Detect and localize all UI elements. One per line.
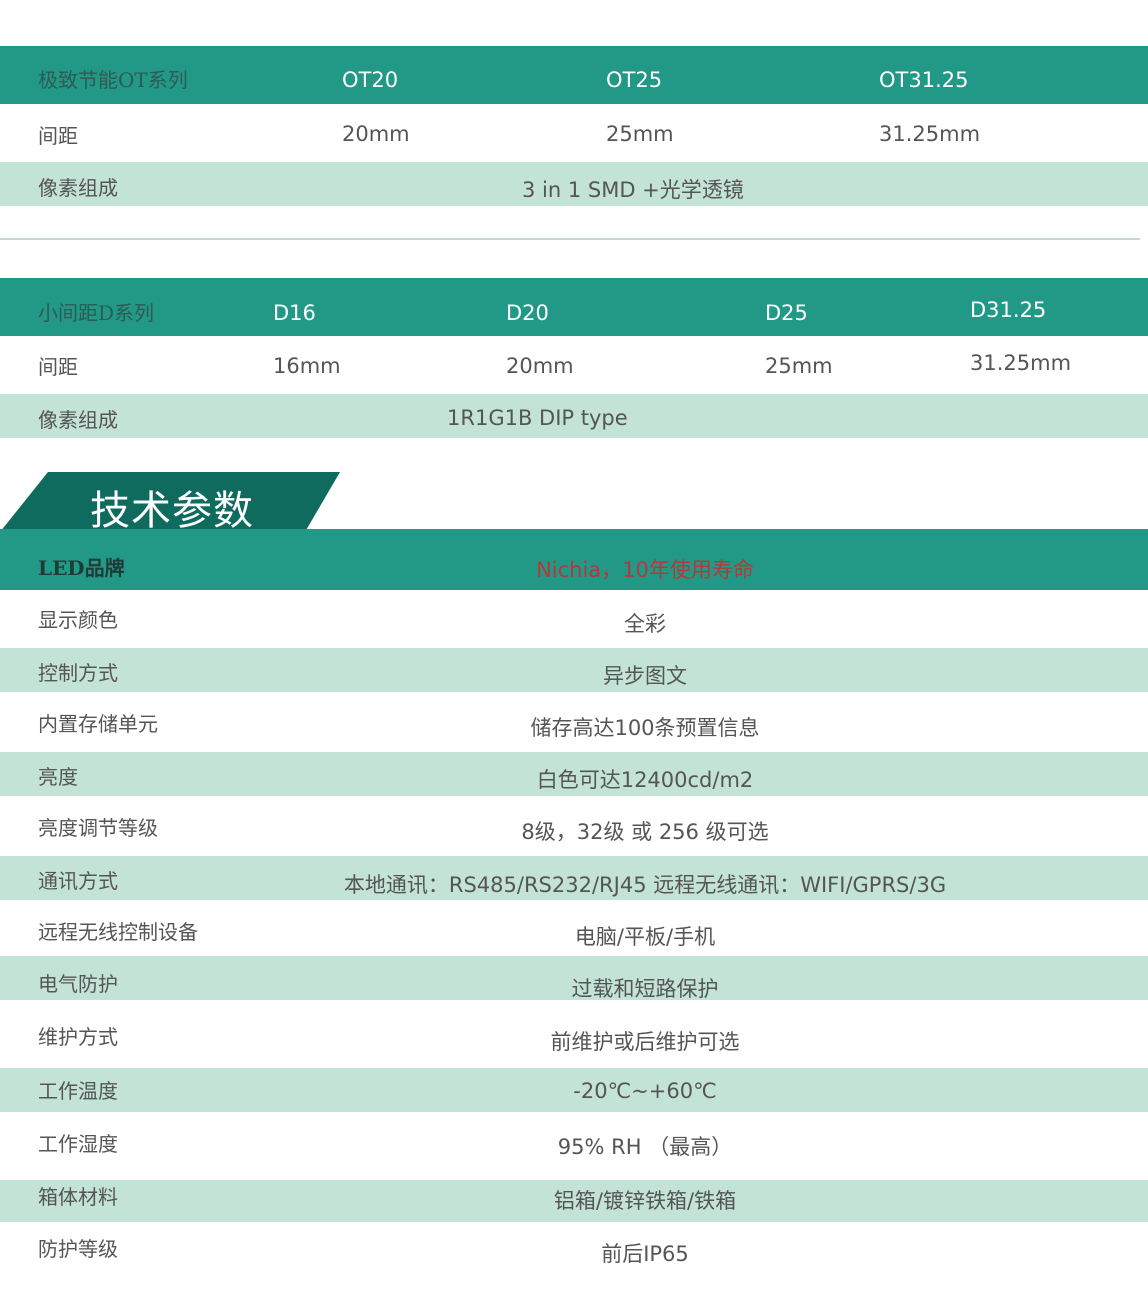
ot-series-title: 极致节能OT系列 [38, 68, 188, 92]
param-row-maintenance: 维护方式 前维护或后维护可选 [0, 1000, 1148, 1068]
param-value: 本地通讯：RS485/RS232/RJ45 远程无线通讯：WIFI/GPRS/3… [343, 873, 947, 897]
d-col-d25: D25 [765, 301, 808, 325]
ot-pixel-value: 3 in 1 SMD +光学透镜 [522, 178, 744, 202]
param-value: 8级，32级 或 256 级可选 [521, 820, 769, 844]
ot-col-ot25: OT25 [606, 68, 663, 92]
param-value: 前维护或后维护可选 [550, 1030, 740, 1054]
d-spacing-d20: 20mm [506, 354, 574, 378]
d-pixel-value: 1R1G1B DIP type [447, 406, 628, 430]
param-value: 储存高达100条预置信息 [530, 716, 760, 740]
ot-spacing-ot20: 20mm [342, 122, 410, 146]
d-spacing-d16: 16mm [273, 354, 341, 378]
param-row-humidity: 工作湿度 95% RH （最高） [0, 1112, 1148, 1180]
d-col-d20: D20 [506, 301, 549, 325]
ot-col-ot20: OT20 [342, 68, 399, 92]
d-series-title: 小间距D系列 [38, 301, 155, 325]
param-row-cabinet-material: 箱体材料 铝箱/镀锌铁箱/铁箱 [0, 1180, 1148, 1222]
param-row-control-mode: 控制方式 异步图文 [0, 648, 1148, 692]
param-value: 过载和短路保护 [571, 977, 719, 1001]
section-title: 技术参数 [90, 488, 254, 534]
param-value: 前后IP65 [601, 1242, 689, 1266]
d-spacing-row: 间距 16mm 20mm 25mm 31.25mm [0, 336, 1148, 394]
ot-spacing-ot25: 25mm [606, 122, 674, 146]
param-row-protection-grade: 防护等级 前后IP65 [0, 1222, 1148, 1282]
d-table-header: 小间距D系列 D16 D20 D25 D31.25 [0, 278, 1148, 336]
d-spacing-d25: 25mm [765, 354, 833, 378]
section-divider [0, 238, 1140, 240]
d-pixel-label: 像素组成 [38, 408, 118, 432]
param-row-operating-temp: 工作温度 -20℃~+60℃ [0, 1068, 1148, 1112]
d-spacing-label: 间距 [38, 355, 78, 379]
d-spacing-d3125: 31.25mm [970, 351, 1072, 375]
param-row-brightness-levels: 亮度调节等级 8级，32级 或 256 级可选 [0, 796, 1148, 856]
param-row-remote-devices: 远程无线控制设备 电脑/平板/手机 [0, 900, 1148, 956]
param-row-display-color: 显示颜色 全彩 [0, 590, 1148, 648]
ot-pixel-label: 像素组成 [38, 176, 118, 200]
param-value: -20℃~+60℃ [573, 1079, 717, 1103]
ot-table-header: 极致节能OT系列 OT20 OT25 OT31.25 [0, 46, 1148, 104]
d-col-d16: D16 [273, 301, 316, 325]
ot-spacing-row: 间距 20mm 25mm 31.25mm [0, 104, 1148, 162]
ot-col-ot3125: OT31.25 [879, 68, 969, 92]
param-value: 95% RH （最高） [557, 1135, 733, 1159]
param-row-led-brand: LED品牌 Nichia，10年使用寿命 [0, 532, 1148, 590]
param-value: 电脑/平板/手机 [574, 925, 716, 949]
param-value: 铝箱/镀锌铁箱/铁箱 [553, 1189, 737, 1213]
param-value: 异步图文 [603, 664, 687, 688]
d-pixel-row: 像素组成 1R1G1B DIP type [0, 394, 1148, 438]
param-row-brightness: 亮度 白色可达12400cd/m2 [0, 752, 1148, 796]
ot-spacing-label: 间距 [38, 124, 78, 148]
param-row-communication: 通讯方式 本地通讯：RS485/RS232/RJ45 远程无线通讯：WIFI/G… [0, 856, 1148, 900]
param-row-storage: 内置存储单元 储存高达100条预置信息 [0, 692, 1148, 752]
ot-pixel-row: 像素组成 3 in 1 SMD +光学透镜 [0, 162, 1148, 206]
param-row-electrical-protection: 电气防护 过载和短路保护 [0, 956, 1148, 1001]
param-value: 全彩 [624, 612, 666, 636]
ot-spacing-ot3125: 31.25mm [879, 122, 981, 146]
d-col-d3125: D31.25 [970, 298, 1047, 322]
param-value: Nichia，10年使用寿命 [536, 558, 754, 582]
param-value: 白色可达12400cd/m2 [536, 768, 754, 792]
